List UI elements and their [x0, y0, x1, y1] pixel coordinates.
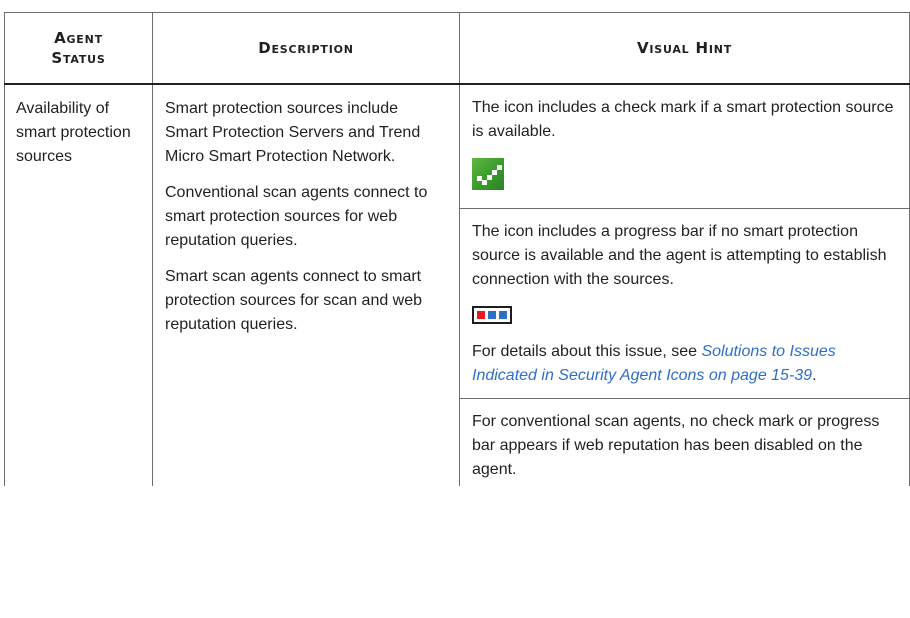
header-agent-status: Agent Status	[4, 12, 153, 85]
details-suffix: .	[812, 367, 817, 384]
progress-bar-icon	[472, 306, 512, 324]
hint-conventional-text: For conventional scan agents, no check m…	[472, 413, 880, 478]
header-visual-hint: Visual Hint	[459, 12, 910, 85]
header-agent-label: Agent	[54, 29, 103, 47]
hint-available: The icon includes a check mark if a smar…	[460, 85, 909, 209]
header-visual-hint-label: Visual Hint	[636, 39, 733, 57]
header-description: Description	[152, 12, 460, 85]
status-text: Availability of smart protection sources	[16, 100, 131, 165]
header-agent-status-line2: Status	[11, 48, 146, 68]
description-paragraph: Smart scan agents connect to smart prote…	[165, 268, 423, 333]
description-paragraph: Conventional scan agents connect to smar…	[165, 184, 428, 249]
table-row: Availability of smart protection sources…	[4, 84, 910, 486]
table-header-row: Agent Status Description Visual Hint	[4, 12, 910, 85]
hint-available-text: The icon includes a check mark if a smar…	[472, 99, 894, 140]
description-paragraph: Smart protection sources include Smart P…	[165, 100, 421, 165]
header-description-label: Description	[258, 39, 354, 57]
hint-conventional: For conventional scan agents, no check m…	[460, 399, 909, 486]
status-cell: Availability of smart protection sources	[4, 84, 153, 486]
hint-details-text: For details about this issue, see Soluti…	[472, 340, 897, 388]
header-agent-status-line1: Agent	[11, 28, 146, 48]
agent-status-table: Agent Status Description Visual Hint Ava…	[4, 12, 910, 486]
header-status-label: Status	[51, 49, 106, 67]
check-mark-icon	[472, 158, 504, 190]
hint-progress-text: The icon includes a progress bar if no s…	[472, 223, 887, 288]
description-cell: Smart protection sources include Smart P…	[152, 84, 460, 486]
visual-hint-cell: The icon includes a check mark if a smar…	[459, 84, 910, 486]
details-prefix: For details about this issue, see	[472, 343, 702, 360]
hint-progress: The icon includes a progress bar if no s…	[460, 209, 909, 399]
